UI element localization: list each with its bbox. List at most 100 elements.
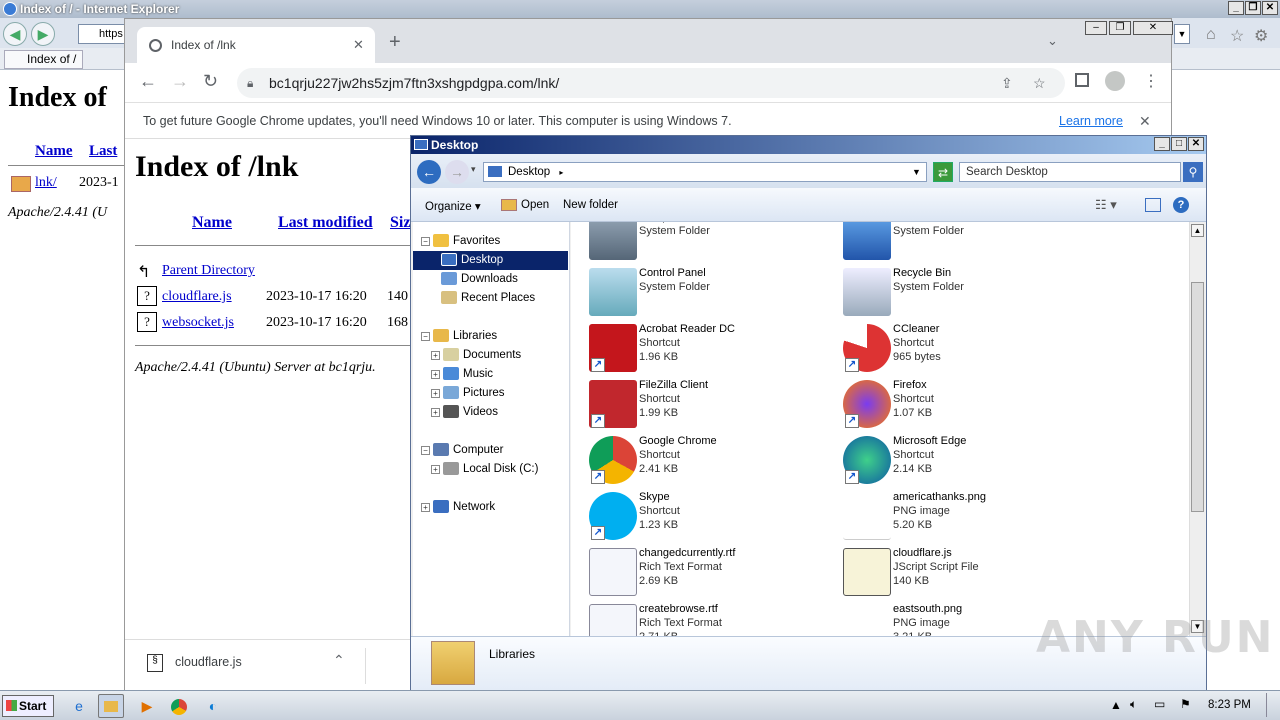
explorer-maximize-button[interactable]: □: [1171, 137, 1187, 151]
nav-desktop[interactable]: Desktop: [413, 251, 568, 270]
new-folder-button[interactable]: New folder: [563, 199, 618, 211]
infobar-close-icon[interactable]: ✕: [1139, 103, 1151, 139]
chrome-tab[interactable]: Index of /lnk ✕: [137, 27, 375, 63]
reload-icon[interactable]: ↻: [203, 71, 218, 92]
nav-downloads[interactable]: Downloads: [441, 270, 518, 289]
ie-col-last[interactable]: Last: [89, 143, 117, 160]
file-item[interactable]: ↗ FileZilla Client Shortcut 1.99 KB: [589, 378, 839, 430]
nav-pictures[interactable]: Pictures: [443, 384, 505, 403]
nav-recent-places[interactable]: Recent Places: [441, 289, 535, 308]
start-button[interactable]: Start: [2, 695, 54, 717]
location-field[interactable]: Desktop ▸ ▼: [483, 162, 927, 182]
minimize-button[interactable]: _: [1228, 1, 1244, 15]
file-link[interactable]: cloudflare.js: [162, 289, 232, 305]
help-icon[interactable]: ?: [1173, 197, 1189, 213]
file-item[interactable]: ↗ Firefox Shortcut 1.07 KB: [843, 378, 1093, 430]
recent-pages-icon[interactable]: ▾: [471, 164, 476, 175]
scroll-thumb[interactable]: [1191, 282, 1204, 512]
file-item[interactable]: ComputerSystem Folder: [589, 222, 839, 262]
nav-computer[interactable]: Computer: [433, 441, 504, 460]
preview-pane-icon[interactable]: [1145, 198, 1161, 212]
nav-local-disk[interactable]: Local Disk (C:): [443, 460, 538, 479]
search-icon[interactable]: ⚲: [1183, 162, 1203, 182]
chevron-up-icon[interactable]: ⌃: [333, 652, 345, 669]
col-modified-link[interactable]: Last modified: [278, 214, 373, 232]
media-player-taskbar-icon[interactable]: ▶: [134, 694, 160, 718]
file-item[interactable]: Control Panel System Folder: [589, 266, 839, 318]
nav-documents[interactable]: Documents: [443, 346, 521, 365]
file-link[interactable]: websocket.js: [162, 315, 234, 331]
close-button[interactable]: ✕: [1262, 1, 1278, 15]
chrome-close-button[interactable]: ✕: [1133, 21, 1173, 35]
file-item[interactable]: ↗ Google Chrome Shortcut 2.41 KB: [589, 434, 839, 486]
refresh-icon[interactable]: ⇄: [933, 162, 953, 182]
scroll-up-icon[interactable]: ▲: [1191, 224, 1204, 237]
profile-avatar-icon[interactable]: [1105, 71, 1125, 91]
parent-directory-link[interactable]: Parent Directory: [162, 263, 255, 279]
new-tab-icon[interactable]: +: [389, 31, 401, 54]
menu-kebab-icon[interactable]: ⋮: [1143, 71, 1159, 91]
expand-icon[interactable]: +: [421, 503, 430, 512]
explorer-back-icon[interactable]: ←: [417, 160, 441, 184]
nav-music[interactable]: Music: [443, 365, 493, 384]
view-options-icon[interactable]: ☷ ▾: [1095, 197, 1117, 213]
file-item[interactable]: ↗ CCleaner Shortcut 965 bytes: [843, 322, 1093, 374]
explorer-close-button[interactable]: ✕: [1188, 137, 1204, 151]
file-item[interactable]: ↗ Acrobat Reader DC Shortcut 1.96 KB: [589, 322, 839, 374]
expand-icon[interactable]: +: [431, 370, 440, 379]
ie-back-icon[interactable]: ◀: [3, 22, 27, 46]
col-size-link[interactable]: Siz: [390, 214, 410, 232]
file-item[interactable]: createbrowse.rtfRich Text Format2.71 KB: [589, 602, 839, 636]
ie-forward-icon[interactable]: ▶: [31, 22, 55, 46]
expand-icon[interactable]: +: [431, 389, 440, 398]
open-button[interactable]: Open: [521, 199, 549, 211]
nav-videos[interactable]: Videos: [443, 403, 498, 422]
file-item[interactable]: americathanks.png PNG image 5.20 KB: [843, 490, 1093, 542]
file-item[interactable]: changedcurrently.rtf Rich Text Format 2.69…: [589, 546, 839, 598]
ie-col-name[interactable]: Name: [35, 143, 73, 160]
clock[interactable]: 8:23 PM: [1208, 699, 1251, 711]
side-panel-icon[interactable]: [1075, 73, 1089, 87]
file-item[interactable]: cloudflare.js JScript Script File 140 KB: [843, 546, 1093, 598]
ie-row-lnk[interactable]: lnk/: [35, 175, 57, 191]
share-icon[interactable]: ⇪: [1001, 68, 1013, 98]
bookmark-star-icon[interactable]: ☆: [1033, 68, 1046, 98]
explorer-taskbar-icon[interactable]: [98, 694, 124, 718]
ie-taskbar-icon[interactable]: e: [66, 694, 92, 718]
ie-address-field[interactable]: https: [78, 24, 126, 44]
chrome-taskbar-icon[interactable]: [166, 694, 192, 718]
tab-search-icon[interactable]: ⌄: [1047, 33, 1058, 49]
search-field[interactable]: Search Desktop: [959, 162, 1181, 182]
nav-network[interactable]: Network: [433, 498, 495, 517]
explorer-minimize-button[interactable]: _: [1154, 137, 1170, 151]
organize-button[interactable]: Organize ▾: [425, 199, 481, 213]
favorites-star-icon[interactable]: ☆: [1230, 26, 1244, 46]
edge-taskbar-icon[interactable]: ◐: [200, 694, 226, 718]
collapse-icon[interactable]: −: [421, 332, 430, 341]
action-center-flag-icon[interactable]: ⚑: [1180, 697, 1191, 711]
download-filename[interactable]: cloudflare.js: [175, 655, 242, 669]
breadcrumb-arrow-icon[interactable]: ▸: [559, 168, 563, 177]
file-item[interactable]: ↗ Skype Shortcut 1.23 KB: [589, 490, 839, 542]
expand-icon[interactable]: +: [431, 465, 440, 474]
close-tab-icon[interactable]: ✕: [353, 27, 364, 63]
collapse-icon[interactable]: −: [421, 446, 430, 455]
nav-favorites[interactable]: Favorites: [433, 232, 500, 251]
tools-gear-icon[interactable]: ⚙: [1254, 26, 1268, 46]
omnibox[interactable]: 🔒︎ bc1qrju227jw2hs5zjm7ftn3xshgpdgpa.com…: [237, 68, 1065, 98]
file-item[interactable]: NetworkSystem Folder: [843, 222, 1093, 262]
nav-libraries[interactable]: Libraries: [433, 327, 497, 346]
explorer-forward-icon[interactable]: →: [445, 160, 469, 184]
location-dropdown-icon[interactable]: ▼: [912, 163, 921, 181]
tray-expand-icon[interactable]: ▲: [1110, 698, 1122, 712]
col-name-link[interactable]: Name: [192, 214, 232, 232]
learn-more-link[interactable]: Learn more: [1059, 103, 1123, 139]
vertical-scrollbar[interactable]: ▲ ▼: [1189, 222, 1205, 636]
collapse-icon[interactable]: −: [421, 237, 430, 246]
chrome-maximize-button[interactable]: ❐: [1109, 21, 1131, 35]
show-desktop-button[interactable]: [1266, 693, 1278, 717]
speaker-icon[interactable]: 🔈︎: [1130, 697, 1137, 712]
home-icon[interactable]: ⌂: [1206, 26, 1216, 44]
network-tray-icon[interactable]: ▭: [1154, 697, 1165, 711]
expand-icon[interactable]: +: [431, 408, 440, 417]
